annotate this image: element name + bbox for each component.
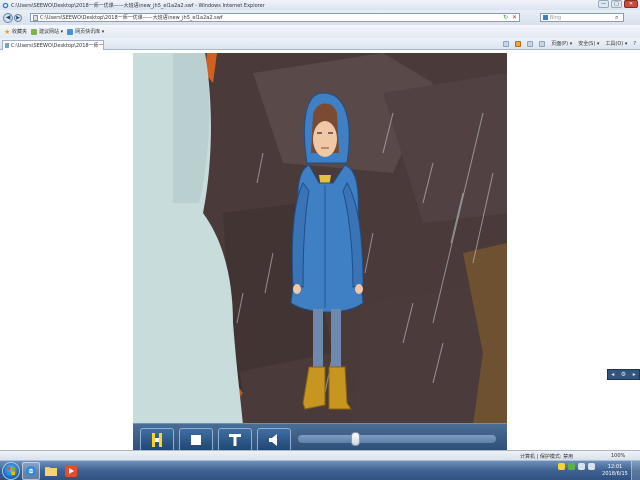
taskbar-explorer[interactable] [42,462,60,480]
back-button[interactable]: ◀ [3,12,13,23]
command-bar: 页面(P) ▾ 安全(S) ▾ 工具(O) ▾ ? [503,40,636,47]
progress-thumb[interactable] [351,432,361,446]
flash-player[interactable] [133,53,507,455]
favorite-item-label: 建议网站 ▾ [39,29,64,35]
suggested-sites-icon [31,28,38,35]
show-desktop-button[interactable] [631,461,640,480]
rss-icon [515,40,522,47]
mail-button[interactable] [527,40,534,47]
folder-icon [45,467,57,476]
mail-icon [527,40,534,47]
system-clock[interactable]: 12:01 2018/6/15 [602,464,628,478]
forward-button[interactable]: ▶ [14,13,22,22]
help-button[interactable]: ? [633,41,636,47]
ie-icon [2,2,9,8]
floating-toolbar[interactable]: ◂ ⚙ ▸ [607,369,640,380]
text-icon [229,434,241,446]
zoom-level[interactable]: 100% [611,453,625,459]
print-button[interactable] [539,40,546,47]
page-icon [5,43,9,48]
web-slice-icon [67,28,74,35]
security-icon[interactable] [568,463,575,470]
minimize-button[interactable]: — [598,0,609,8]
stop-button[interactable] [179,428,213,452]
tab-bar: C:\Users\SEEWO\Desktop\2018一师一优课——... 页面… [0,38,640,50]
media-icon [65,465,77,477]
safety-menu[interactable]: 安全(S) ▾ [578,40,599,47]
page-content: ◂ ⚙ ▸ [0,51,640,460]
window-title: C:\Users\SEEWO\Desktop\2018一师一优课——大班语\ne… [11,2,265,9]
clock-date: 2018/6/15 [602,471,628,477]
page-menu[interactable]: 页面(P) ▾ [551,40,572,47]
bing-icon [543,15,548,20]
window-title-bar[interactable]: C:\Users\SEEWO\Desktop\2018一师一优课——大班语\ne… [0,0,640,10]
printer-icon [539,40,546,47]
page-icon [33,14,38,21]
start-button[interactable] [2,462,20,480]
favorite-item-label: 网页快讯库 ▾ [75,29,105,35]
animation-frame [133,53,507,425]
search-placeholder: Bing [550,14,562,21]
favorites-bar: ★ 收藏夹 建议网站 ▾ 网页快讯库 ▾ [0,25,640,38]
clock-time: 12:01 [607,464,623,470]
feeds-button[interactable] [515,40,522,47]
taskbar-media[interactable] [62,462,80,480]
pause-icon [152,433,162,447]
navigation-bar: ◀ ▶ C:\Users\SEEWO\Desktop\2018一师一优课——大班… [0,10,640,25]
favorites-label: 收藏夹 [12,29,28,35]
tools-menu[interactable]: 工具(O) ▾ [605,40,627,47]
favorite-item-webslice[interactable]: 网页快讯库 ▾ [67,28,104,35]
speaker-icon [269,434,277,446]
refresh-icon[interactable]: ↻ [501,14,510,21]
status-bar: 计算机 | 保护模式: 禁用 100% [0,450,640,460]
close-button[interactable]: ✕ [624,0,638,8]
favorite-item-suggested[interactable]: 建议网站 ▾ [31,28,63,35]
home-button[interactable] [503,40,510,47]
home-icon [503,40,510,47]
arrow-left-icon[interactable]: ◂ [611,371,614,378]
stop-icon [191,435,201,445]
tab-active[interactable]: C:\Users\SEEWO\Desktop\2018一师一优课——... [2,40,104,50]
progress-track[interactable] [298,435,496,443]
volume-icon[interactable] [588,463,595,470]
stop-load-icon[interactable]: ✕ [510,14,519,21]
favorites-button[interactable]: ★ 收藏夹 [4,28,27,35]
taskbar: 12:01 2018/6/15 [0,460,640,480]
volume-button[interactable] [257,428,291,452]
play-pause-button[interactable] [140,428,174,452]
text-toggle-button[interactable] [218,428,252,452]
taskbar-ie[interactable] [22,462,40,480]
windows-logo-icon [7,467,15,475]
search-icon[interactable]: ⌕ [615,14,623,21]
security-zone: 计算机 | 保护模式: 禁用 [520,454,574,460]
star-icon: ★ [4,27,11,36]
tab-label: C:\Users\SEEWO\Desktop\2018一师一优课——... [10,43,103,49]
maximize-button[interactable]: □ [611,0,622,8]
gear-icon[interactable]: ⚙ [621,371,626,378]
address-field[interactable]: C:\Users\SEEWO\Desktop\2018一师一优课——大班语\ne… [30,13,520,22]
network-icon[interactable] [578,463,585,470]
search-input[interactable]: Bing ⌕ [540,13,624,22]
desktop-screen: C:\Users\SEEWO\Desktop\2018一师一优课——大班语\ne… [0,0,640,480]
address-url[interactable]: C:\Users\SEEWO\Desktop\2018一师一优课——大班语\ne… [40,14,501,21]
notification-icon[interactable] [558,463,565,470]
ie-icon [26,466,36,476]
arrow-right-icon[interactable]: ▸ [633,371,636,378]
